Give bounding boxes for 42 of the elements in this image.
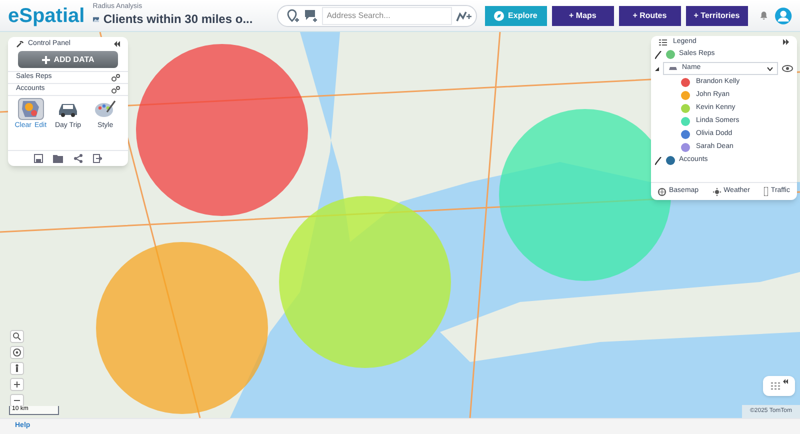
gears-icon[interactable] bbox=[111, 74, 120, 82]
gears-icon[interactable] bbox=[111, 86, 120, 94]
grid-toggle-button[interactable] bbox=[763, 376, 795, 396]
nav-button[interactable]: + Routes bbox=[618, 6, 681, 26]
collapse-triangle-icon[interactable] bbox=[655, 66, 659, 70]
nav-button[interactable]: + Maps bbox=[552, 6, 614, 26]
caret-icon bbox=[767, 66, 773, 70]
chart-add-icon[interactable] bbox=[456, 10, 472, 22]
pin-add-icon[interactable] bbox=[286, 8, 300, 22]
zoom-in-button[interactable] bbox=[10, 378, 24, 391]
radius-map-icon bbox=[20, 99, 42, 119]
pin-icon bbox=[666, 50, 675, 59]
brush-icon[interactable] bbox=[655, 50, 662, 58]
sun-icon bbox=[712, 188, 721, 196]
plus-icon bbox=[42, 56, 50, 64]
dot-icon bbox=[666, 156, 675, 165]
add-data-button[interactable]: ADD DATA bbox=[18, 51, 118, 68]
compass-icon bbox=[494, 10, 504, 20]
zoom-search-button[interactable] bbox=[10, 330, 24, 343]
list-icon bbox=[659, 38, 667, 46]
nav-button[interactable]: + Territories bbox=[686, 6, 748, 26]
notification-bell-icon[interactable] bbox=[760, 9, 768, 22]
collapse-icon bbox=[782, 379, 788, 384]
traffic-light-icon bbox=[764, 187, 768, 196]
palette-icon bbox=[94, 100, 116, 118]
locate-button[interactable] bbox=[10, 346, 24, 359]
zoom-out-button[interactable] bbox=[10, 394, 24, 407]
map-title: Clients within 30 miles o... bbox=[103, 11, 253, 28]
comment-add-icon[interactable] bbox=[304, 8, 318, 22]
brush-icon[interactable] bbox=[655, 156, 662, 164]
folder-icon[interactable] bbox=[53, 154, 64, 163]
globe-icon bbox=[658, 188, 666, 196]
share-icon[interactable] bbox=[74, 154, 83, 163]
collapse-icon[interactable] bbox=[114, 41, 120, 47]
expand-icon[interactable] bbox=[783, 39, 789, 45]
wrench-icon bbox=[16, 40, 24, 48]
export-icon[interactable] bbox=[93, 154, 102, 163]
eye-icon[interactable] bbox=[782, 64, 793, 73]
grid-icon bbox=[770, 382, 780, 390]
address-search-field[interactable]: Address Search... bbox=[322, 6, 452, 24]
save-icon[interactable] bbox=[34, 154, 43, 163]
tool-button[interactable] bbox=[92, 98, 118, 120]
